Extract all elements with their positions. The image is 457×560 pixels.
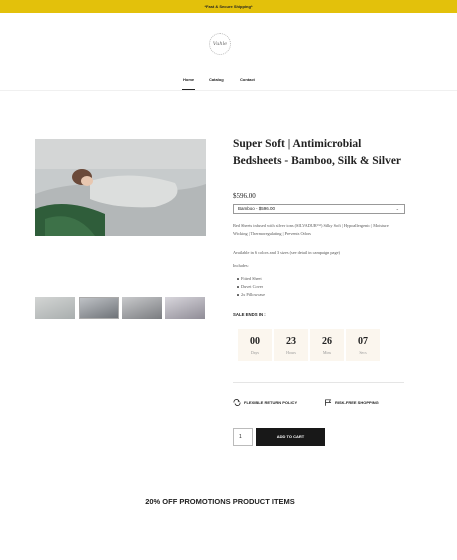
- announcement-bar: *Fast & Secure Shipping*: [0, 0, 457, 13]
- nav-catalog[interactable]: Catalog: [209, 77, 224, 82]
- countdown-unit: Days: [250, 350, 260, 355]
- thumbnail-4[interactable]: [165, 297, 205, 319]
- countdown-value: 23: [286, 336, 296, 347]
- nav-contact[interactable]: Contact: [240, 77, 255, 82]
- countdown-unit: Hours: [286, 350, 296, 355]
- main-nav: Home Catalog Contact: [0, 77, 457, 89]
- flag-icon: [325, 399, 332, 406]
- nav-active-underline: [182, 89, 195, 90]
- countdown-mins: 26 Mins: [310, 329, 344, 361]
- list-item: Fitted Sheet: [237, 275, 265, 283]
- countdown-value: 00: [250, 336, 260, 347]
- includes-list: Fitted Sheet Duvet Cover 2x Pillowcase: [237, 275, 265, 299]
- return-icon: [233, 399, 241, 406]
- policy-label: FLEXIBLE RETURN POLICY: [244, 400, 298, 405]
- variant-select[interactable]: Bamboo - $596.00 ⌄: [233, 204, 405, 214]
- countdown-secs: 07 Secs: [346, 329, 380, 361]
- product-availability: Available in 6 colors and 3 sizes (see d…: [233, 250, 340, 255]
- add-to-cart-button[interactable]: ADD TO CART: [256, 428, 325, 446]
- product-main-image[interactable]: [35, 139, 206, 236]
- countdown-hours: 23 Hours: [274, 329, 308, 361]
- countdown-value: 26: [322, 336, 332, 347]
- countdown-unit: Secs: [359, 350, 367, 355]
- product-title: Super Soft | Antimicrobial Bedsheets - B…: [233, 138, 402, 167]
- brand-logo[interactable]: Vuhle: [209, 33, 231, 55]
- thumbnail-1[interactable]: [35, 297, 75, 319]
- countdown-days: 00 Days: [238, 329, 272, 361]
- quantity-input[interactable]: 1: [233, 428, 253, 446]
- policy-label: RISK-FREE SHOPPING: [335, 400, 379, 405]
- brand-logo-text: Vuhle: [212, 41, 228, 47]
- sale-ends-label: SALE ENDS IN :: [233, 312, 266, 317]
- product-thumbnails: [35, 297, 206, 319]
- thumbnail-3[interactable]: [122, 297, 162, 319]
- list-item: Duvet Cover: [237, 283, 265, 291]
- thumbnail-2[interactable]: [79, 297, 119, 319]
- chevron-down-icon: ⌄: [395, 206, 399, 211]
- includes-label: Includes:: [233, 263, 249, 268]
- product-description: Bed Sheets infused with silver ions (SIL…: [233, 223, 389, 236]
- countdown-timer: 00 Days 23 Hours 26 Mins 07 Secs: [238, 329, 380, 361]
- list-item: 2x Pillowcase: [237, 291, 265, 299]
- product-price: $596.00: [233, 192, 256, 200]
- site-header: Vuhle Home Catalog Contact: [0, 13, 457, 91]
- nav-home[interactable]: Home: [183, 77, 194, 82]
- countdown-value: 07: [358, 336, 368, 347]
- countdown-unit: Mins: [322, 350, 332, 355]
- promo-heading: 20% OFF PROMOTIONS PRODUCT ITEMS: [145, 497, 295, 506]
- variant-selected-value: Bamboo - $596.00: [238, 206, 276, 211]
- section-divider: [233, 382, 404, 383]
